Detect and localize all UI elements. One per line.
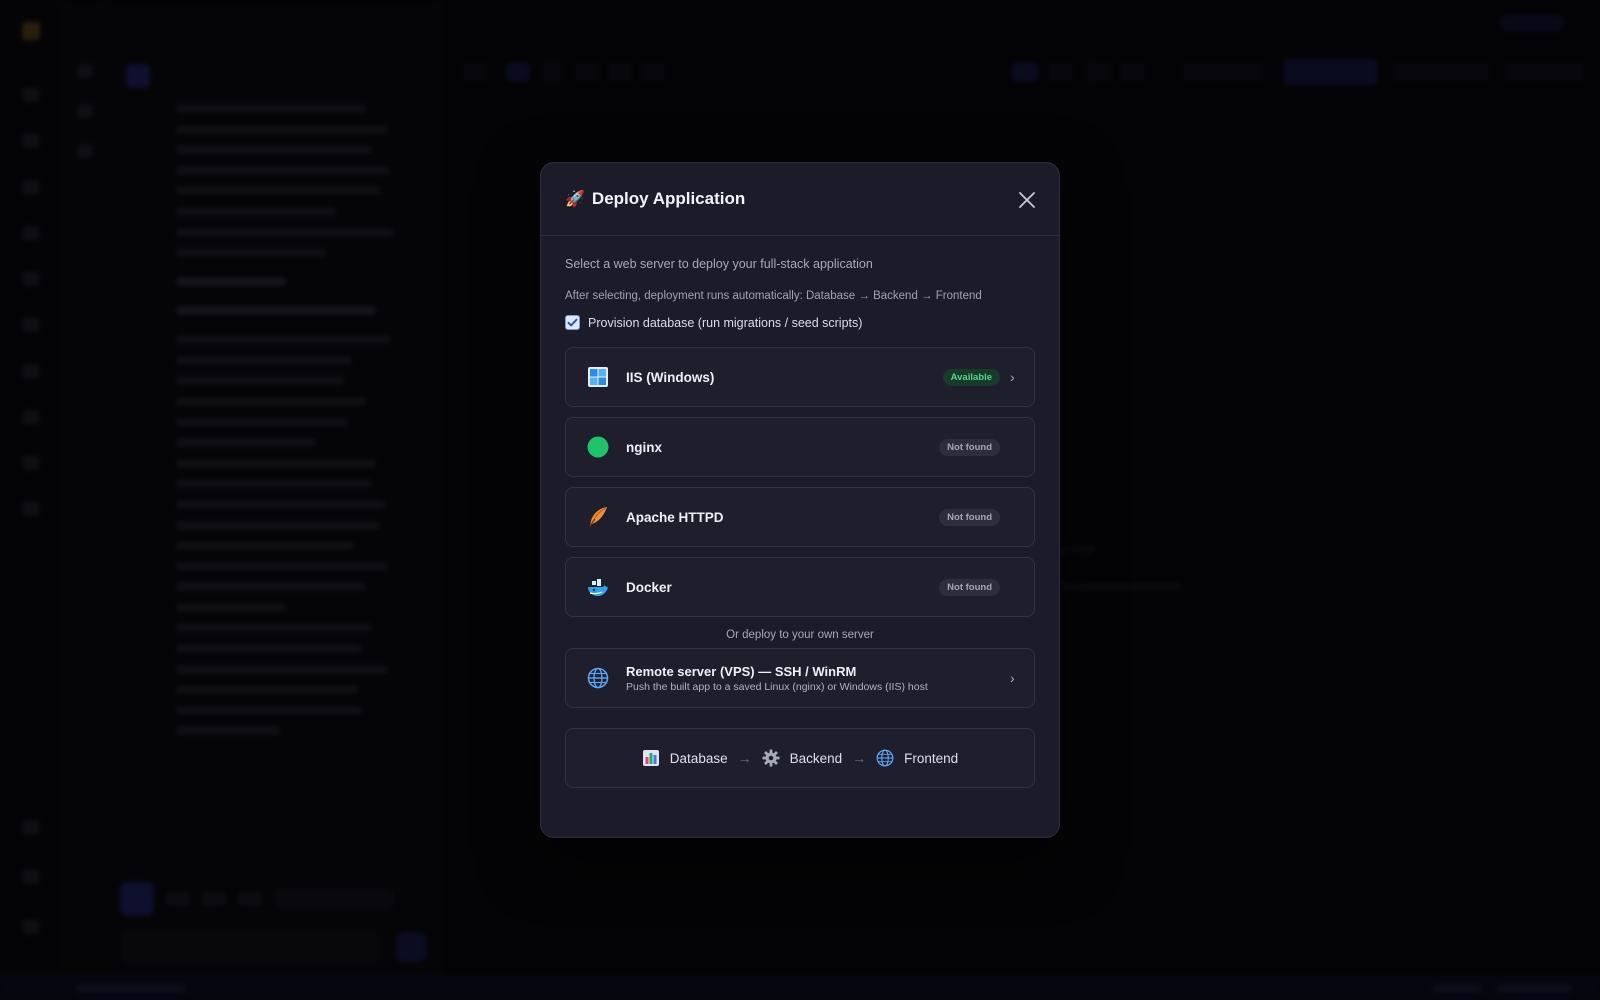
pipeline-step-label: Backend — [789, 750, 843, 766]
apache-feather-icon — [586, 505, 610, 529]
nginx-icon — [586, 435, 610, 459]
server-option-nginx[interactable]: nginx Not found › — [565, 417, 1035, 477]
arrow-right-icon: → — [852, 750, 867, 766]
pipeline-step-database: Database — [642, 749, 728, 767]
remote-server-option[interactable]: Remote server (VPS) — SSH / WinRM Push t… — [565, 648, 1035, 708]
modal-body: Select a web server to deploy your full-… — [541, 257, 1059, 788]
pipeline-step-frontend: Frontend — [876, 749, 958, 767]
deploy-order-note: After selecting, deployment runs automat… — [565, 290, 982, 302]
provision-database-option[interactable]: Provision database (run migrations / see… — [565, 315, 1035, 330]
server-option-iis[interactable]: IIS (Windows) Available › — [565, 347, 1035, 407]
checkmark-icon — [567, 318, 578, 327]
remote-server-title: Remote server (VPS) — SSH / WinRM — [626, 663, 857, 679]
database-icon — [642, 750, 659, 766]
windows-icon — [586, 365, 610, 389]
status-badge: Not found — [939, 438, 1000, 456]
server-name: Apache HTTPD — [626, 509, 724, 525]
globe-icon — [586, 666, 610, 690]
close-button[interactable] — [1017, 190, 1037, 210]
provision-checkbox[interactable] — [565, 315, 580, 330]
pipeline-step-label: Frontend — [904, 750, 959, 766]
rocket-icon: 🚀 — [565, 191, 585, 208]
server-name: nginx — [626, 439, 662, 455]
modal-title: 🚀 Deploy Application — [565, 189, 745, 209]
deploy-pipeline: Database → Backend → Frontend — [565, 728, 1035, 788]
remote-server-description: Push the built app to a saved Linux (ngi… — [626, 680, 928, 693]
provision-label: Provision database (run migrations / see… — [588, 315, 863, 330]
server-name: IIS (Windows) — [626, 369, 715, 385]
docker-whale-icon — [586, 575, 610, 599]
gear-icon — [762, 749, 780, 767]
deploy-modal: 🚀 Deploy Application Select a web server… — [540, 162, 1060, 838]
modal-subtitle: Select a web server to deploy your full-… — [565, 257, 873, 271]
arrow-right-icon: → — [737, 750, 752, 766]
or-deploy-own-server-text: Or deploy to your own server — [726, 629, 874, 641]
chevron-right-icon: › — [1010, 369, 1015, 385]
server-option-docker[interactable]: Docker Not found › — [565, 557, 1035, 617]
status-badge: Not found — [939, 508, 1000, 526]
server-name: Docker — [626, 579, 672, 595]
server-option-apache[interactable]: Apache HTTPD Not found › — [565, 487, 1035, 547]
globe-icon — [876, 749, 894, 767]
status-badge: Available — [942, 368, 1000, 386]
chevron-right-icon: › — [1010, 670, 1015, 686]
modal-title-text: Deploy Application — [591, 189, 746, 208]
remote-server-text: Remote server (VPS) — SSH / WinRM Push t… — [626, 664, 1000, 693]
server-list: IIS (Windows) Available › nginx Not foun… — [565, 347, 1035, 617]
close-icon — [1019, 192, 1035, 208]
status-badge: Not found — [939, 578, 1000, 596]
modal-header: 🚀 Deploy Application — [541, 163, 1059, 236]
pipeline-step-label: Database — [669, 750, 728, 766]
pipeline-step-backend: Backend — [762, 749, 843, 767]
